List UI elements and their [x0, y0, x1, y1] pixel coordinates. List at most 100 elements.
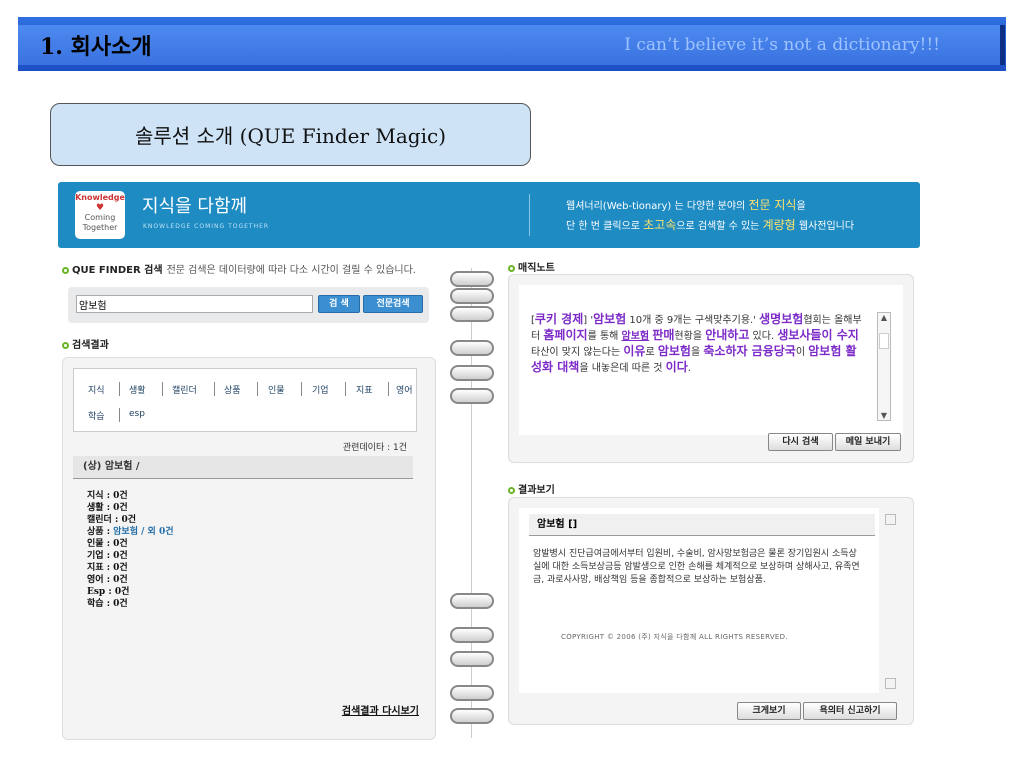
view-content: 암보험 [] 암발병시 진단급여금에서부터 입원비, 수술비, 암사망보험금은 … [519, 508, 879, 693]
search-section-label: QUE FINDER 검색 전문 검색은 데이터량에 따라 다소 시간이 걸릴 수… [62, 261, 416, 276]
count-key: 생활 [87, 503, 104, 513]
spiral-ring [450, 651, 494, 667]
note-frag: 로 [645, 347, 658, 358]
count-value: 0건 [113, 539, 128, 549]
logo-line-together: Together [82, 223, 118, 232]
note-highlight: 생명보험 [759, 312, 804, 326]
tab-esp[interactable]: esp [129, 409, 145, 419]
count-row: Esp : 0건 [87, 587, 130, 597]
send-mail-button[interactable]: 메일 보내기 [835, 433, 901, 451]
note-highlight: 안내하고 [705, 328, 750, 342]
note-frag: ] ' [583, 315, 594, 326]
scroll-down-box[interactable] [885, 678, 896, 689]
copyright-text: COPYRIGHT © 2006 (주) 지식을 다함께 ALL RIGHTS … [561, 633, 788, 641]
note-highlight: 축소하자 금융당국 [703, 344, 796, 358]
bullet-icon [62, 342, 69, 349]
spiral-ring [450, 388, 494, 404]
search-label: QUE FINDER 검색 [72, 265, 163, 276]
count-key: 학습 [87, 599, 104, 609]
count-value-link[interactable]: 암보험 / 외 0건 [113, 527, 173, 537]
tagline-1a: 웹셔너리(Web-tionary) 는 다양한 분야의 [566, 201, 749, 212]
count-value: 0건 [121, 515, 136, 525]
banner-tagline: 웹셔너리(Web-tionary) 는 다양한 분야의 전문 지식을 단 한 번… [566, 196, 854, 236]
heart-icon: ♥ [95, 203, 105, 213]
results-label: 검색결과 [72, 340, 109, 351]
count-row: 캘린더 : 0건 [87, 515, 136, 525]
scroll-up-icon[interactable]: ▲ [878, 313, 890, 322]
count-key: 지식 [87, 491, 104, 501]
search-note: 전문 검색은 데이터량에 따라 다소 시간이 걸릴 수 있습니다. [166, 265, 416, 276]
note-highlight: 판매 [652, 328, 675, 342]
count-row: 기업 : 0건 [87, 551, 128, 561]
count-key: 인물 [87, 539, 104, 549]
tagline-2a: 단 한 번 클릭으로 [566, 221, 644, 232]
count-key: 지표 [87, 563, 104, 573]
tab-separator [301, 382, 302, 396]
tagline-2b: 초고속 [643, 218, 677, 232]
count-row: 지식 : 0건 [87, 491, 128, 501]
note-frag: 현황을 [674, 331, 706, 342]
tab-calendar[interactable]: 캘린더 [172, 383, 197, 396]
tagline-2e: 웹사전입니다 [795, 221, 855, 232]
note-frag: 를 통해 [587, 331, 622, 342]
scroll-thumb[interactable] [879, 333, 889, 349]
tab-separator [119, 382, 120, 396]
count-value: 0건 [113, 491, 128, 501]
spiral-ring [450, 685, 494, 701]
tab-index[interactable]: 지표 [356, 383, 373, 396]
count-row: 영어 : 0건 [87, 575, 128, 585]
site-banner: Knowledge ♥ Coming Together 지식을 다함께 KNOW… [58, 182, 920, 248]
tagline-1c: 을 [796, 201, 806, 212]
tab-separator [388, 382, 389, 396]
count-key: 기업 [87, 551, 104, 561]
bullet-icon [508, 265, 515, 272]
note-link[interactable]: 암보험 [622, 331, 650, 342]
tab-english[interactable]: 영어 [396, 383, 413, 396]
note-highlight: 쿠키 경제 [534, 312, 584, 326]
tab-separator [214, 382, 215, 396]
banner-divider [529, 194, 530, 236]
spiral-ring [450, 708, 494, 724]
tab-product[interactable]: 상품 [224, 383, 241, 396]
search-input[interactable] [76, 295, 313, 313]
note-frag: 을 내놓은데 따른 것 [579, 363, 663, 374]
notes-content: [쿠키 경제] '암보험 10개 중 9개는 구색맞추기용.' 생명보험협회는 … [519, 285, 903, 435]
scroll-up-box[interactable] [885, 514, 896, 525]
spiral-ring [450, 593, 494, 609]
notes-text: [쿠키 경제] '암보험 10개 중 9개는 구색맞추기용.' 생명보험협회는 … [531, 312, 866, 416]
results-section-label: 검색결과 [62, 336, 109, 351]
tab-knowledge[interactable]: 지식 [88, 383, 105, 396]
enlarge-button[interactable]: 크게보기 [737, 702, 801, 720]
report-button[interactable]: 욕의터 신고하기 [803, 702, 897, 720]
count-value: 0건 [113, 563, 128, 573]
note-highlight: 암보험 [657, 344, 691, 358]
bullet-icon [62, 267, 69, 274]
scroll-down-icon[interactable]: ▼ [878, 411, 890, 420]
results-panel: 지식 생활 캘린더 상품 인물 기업 지표 영어 학습 esp 관련데이타 : … [62, 357, 436, 740]
slide-title-bar: 1. 회사소개 I can’t believe it’s not a dicti… [18, 17, 1006, 71]
note-frag: 이 [795, 347, 809, 358]
tab-study[interactable]: 학습 [88, 409, 105, 422]
logo-line-knowledge: Knowledge [75, 193, 125, 202]
count-value: 0건 [113, 575, 128, 585]
view-results-again-link[interactable]: 검색결과 다시보기 [342, 702, 419, 717]
kct-logo[interactable]: Knowledge ♥ Coming Together [75, 191, 125, 239]
note-highlight: 이유 [623, 344, 646, 358]
search-panel: 검 색 전문검색 [68, 287, 429, 323]
view-label: 결과보기 [518, 485, 555, 496]
slide-title-band: 1. 회사소개 I can’t believe it’s not a dicti… [18, 25, 1005, 65]
tab-separator [257, 382, 258, 396]
tab-life[interactable]: 생활 [129, 383, 146, 396]
tab-person[interactable]: 인물 [268, 383, 285, 396]
binding-line [471, 268, 472, 738]
count-value: 0건 [114, 587, 130, 597]
retry-search-button[interactable]: 다시 검색 [768, 433, 833, 451]
view-section-label: 결과보기 [508, 481, 555, 496]
brand-name-en: KNOWLEDGE COMING TOGETHER [143, 223, 270, 230]
expert-search-button[interactable]: 전문검색 [363, 295, 423, 313]
search-button[interactable]: 검 색 [318, 295, 360, 313]
count-row: 학습 : 0건 [87, 599, 128, 609]
tab-company[interactable]: 기업 [312, 383, 329, 396]
count-value: 0건 [113, 503, 128, 513]
notes-scrollbar[interactable]: ▲ ▼ [877, 312, 891, 421]
